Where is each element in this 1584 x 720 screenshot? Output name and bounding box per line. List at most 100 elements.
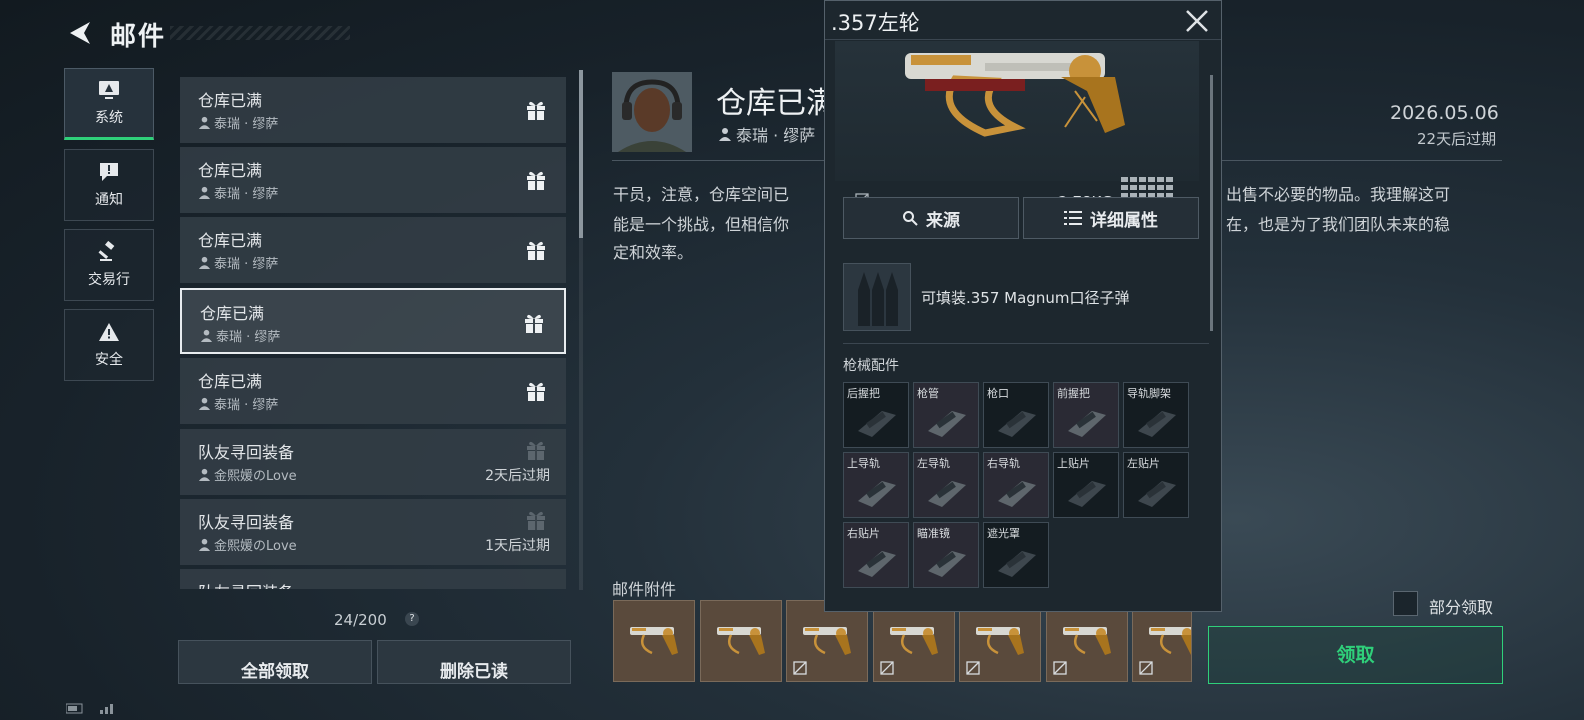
attachment-slot[interactable] bbox=[872, 600, 955, 682]
revolver-thumb-icon bbox=[630, 627, 678, 655]
weapon-preview: 2.78KG bbox=[835, 41, 1199, 211]
weapon-part-label: 左导轨 bbox=[917, 457, 950, 470]
weapon-part-icon bbox=[928, 481, 966, 507]
mail-item[interactable]: 仓库已满泰瑞 · 缪萨 bbox=[180, 147, 566, 213]
weapon-part-slot[interactable]: 右贴片 bbox=[843, 522, 909, 588]
mail-item[interactable]: 仓库已满泰瑞 · 缪萨 bbox=[180, 358, 566, 424]
mail-item[interactable]: 仓库已满泰瑞 · 缪萨 bbox=[180, 217, 566, 283]
mail-item[interactable]: 队友寻回装备 金熙媛のLove 1天后过期 bbox=[180, 499, 566, 565]
tab-system-label: 系统 bbox=[95, 110, 123, 126]
alert-message-icon bbox=[100, 163, 118, 181]
weapon-part-label: 上贴片 bbox=[1057, 457, 1090, 470]
weapon-part-slot[interactable]: 后握把 bbox=[843, 382, 909, 448]
weapon-part-label: 瞄准镜 bbox=[917, 527, 950, 540]
weapon-part-icon bbox=[858, 551, 896, 577]
warning-icon bbox=[99, 323, 119, 341]
search-icon bbox=[903, 211, 918, 226]
bullets-icon bbox=[858, 272, 898, 326]
back-arrow-icon[interactable] bbox=[64, 18, 94, 48]
tab-security[interactable]: 安全 bbox=[64, 309, 154, 381]
weapon-part-slot[interactable]: 左导轨 bbox=[913, 452, 979, 518]
weapon-part-slot[interactable]: 枪口 bbox=[983, 382, 1049, 448]
gift-icon bbox=[527, 382, 545, 401]
mail-count: 24/200 bbox=[334, 611, 387, 629]
weapon-part-slot[interactable]: 遮光罩 bbox=[983, 522, 1049, 588]
gift-icon bbox=[527, 241, 545, 260]
weapon-part-slot[interactable]: 上贴片 bbox=[1053, 452, 1119, 518]
tab-security-label: 安全 bbox=[95, 352, 123, 368]
weapon-part-label: 枪口 bbox=[987, 387, 1009, 400]
mail-sender: 泰瑞 · 缪萨 bbox=[198, 253, 278, 272]
claim-all-button[interactable]: 全部领取 bbox=[178, 640, 372, 684]
mail-expire: 1天后过期 bbox=[485, 538, 550, 554]
mail-sender: 泰瑞 · 缪萨 bbox=[200, 326, 280, 345]
gavel-icon bbox=[98, 241, 115, 261]
weapon-part-slot[interactable]: 枪管 bbox=[913, 382, 979, 448]
claim-button[interactable]: 领取 bbox=[1208, 626, 1503, 684]
claim-all-label: 全部领取 bbox=[241, 662, 309, 682]
weapon-part-slot[interactable]: 左贴片 bbox=[1123, 452, 1189, 518]
weapon-part-icon bbox=[998, 411, 1036, 437]
attachment-slot[interactable] bbox=[699, 600, 782, 682]
popup-scrollbar[interactable] bbox=[1210, 75, 1213, 331]
weapon-part-label: 左贴片 bbox=[1127, 457, 1160, 470]
sender-avatar bbox=[612, 72, 692, 152]
source-button-label: 来源 bbox=[926, 210, 960, 231]
revolver-thumb-icon bbox=[716, 627, 765, 655]
mail-item[interactable]: 仓库已满 泰瑞 · 缪萨 bbox=[180, 288, 566, 354]
ammo-image bbox=[843, 263, 911, 331]
attachment-slot[interactable] bbox=[959, 600, 1041, 682]
mail-title: 仓库已满 bbox=[198, 231, 263, 250]
no-trade-icon bbox=[966, 661, 980, 675]
weapon-part-icon bbox=[1068, 411, 1106, 437]
weapon-part-slot[interactable]: 右导轨 bbox=[983, 452, 1049, 518]
weapon-part-slot[interactable]: 瞄准镜 bbox=[913, 522, 979, 588]
weapon-part-slot[interactable]: 上导轨 bbox=[843, 452, 909, 518]
attachment-slot[interactable] bbox=[1045, 600, 1128, 682]
revolver-thumb-icon bbox=[1062, 627, 1111, 655]
gift-icon bbox=[527, 101, 545, 120]
source-button[interactable]: 来源 bbox=[843, 197, 1019, 239]
weapon-part-label: 上导轨 bbox=[847, 457, 880, 470]
attachment-slot[interactable] bbox=[1132, 600, 1192, 682]
mail-sender-name: 泰瑞 · 缪萨 bbox=[214, 187, 279, 202]
ammo-compatibility-text: 可填装.357 Magnum口径子弹 bbox=[921, 289, 1130, 307]
weapon-part-label: 前握把 bbox=[1057, 387, 1090, 400]
mail-sender: 金熙媛のLove bbox=[198, 465, 297, 484]
body-line-1: 干员，注意，仓库空间已 bbox=[613, 185, 790, 204]
mail-title: 仓库已满 bbox=[198, 161, 263, 180]
close-icon[interactable] bbox=[1183, 7, 1211, 35]
mail-title: 仓库已满 bbox=[198, 372, 263, 391]
weapon-part-slot[interactable]: 前握把 bbox=[1053, 382, 1119, 448]
attachment-slot[interactable] bbox=[786, 600, 868, 682]
body-line-1-right: 出售不必要的物品。我理解这可 bbox=[1226, 185, 1451, 204]
mail-title: 队友寻回装备 bbox=[198, 513, 295, 532]
delete-read-button[interactable]: 删除已读 bbox=[377, 640, 571, 684]
tab-notice-label: 通知 bbox=[95, 192, 123, 208]
weapon-part-icon bbox=[1138, 411, 1176, 437]
mail-sender: 泰瑞 · 缪萨 bbox=[198, 183, 278, 202]
mail-item[interactable]: 队友寻回装备 金熙媛のLove 2天后过期 bbox=[180, 429, 566, 495]
weapon-part-label: 遮光罩 bbox=[987, 527, 1020, 540]
help-icon[interactable]: ? bbox=[405, 612, 419, 626]
attachments-label: 邮件附件 bbox=[612, 580, 677, 599]
details-button[interactable]: 详细属性 bbox=[1023, 197, 1199, 239]
tab-notice[interactable]: 通知 bbox=[64, 149, 154, 221]
no-trade-icon bbox=[879, 661, 894, 675]
mail-expire: 2天后过期 bbox=[485, 468, 550, 484]
mail-sender-name: 泰瑞 · 缪萨 bbox=[214, 398, 279, 413]
attachment-slot[interactable] bbox=[613, 600, 695, 682]
popup-divider bbox=[843, 343, 1209, 344]
mail-item[interactable]: 队友寻回装备 bbox=[180, 569, 566, 589]
partial-claim-checkbox[interactable] bbox=[1393, 591, 1418, 616]
weapon-part-slot[interactable]: 导轨脚架 bbox=[1123, 382, 1189, 448]
mail-sender: 泰瑞 · 缪萨 bbox=[198, 394, 278, 413]
tab-system[interactable]: 系统 bbox=[64, 68, 154, 140]
mail-sender-name: 泰瑞 · 缪萨 bbox=[214, 257, 279, 272]
weapon-part-icon bbox=[998, 551, 1036, 577]
mail-item[interactable]: 仓库已满 泰瑞 · 缪萨 bbox=[180, 77, 566, 143]
mail-list-scroll-thumb[interactable] bbox=[579, 70, 583, 238]
tab-trade[interactable]: 交易行 bbox=[64, 229, 154, 301]
weapon-part-label: 枪管 bbox=[917, 387, 939, 400]
weapon-part-icon bbox=[1138, 481, 1176, 507]
